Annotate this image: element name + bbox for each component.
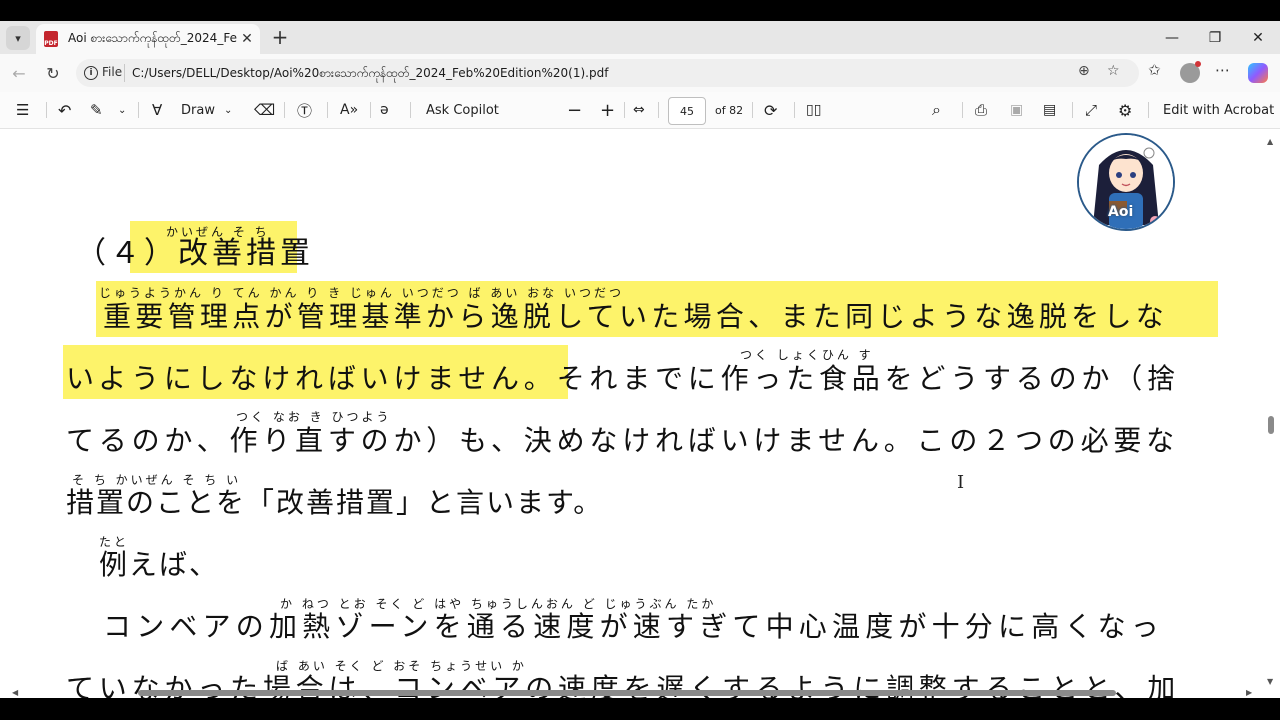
toolbar-divider <box>624 102 625 118</box>
tab-close-icon[interactable]: ✕ <box>238 31 256 47</box>
line-5-text: 例えば、 <box>99 548 220 581</box>
vertical-scrollbar[interactable]: ▲ ▼ <box>1262 129 1280 689</box>
search-icon[interactable]: ⌕ <box>932 92 941 128</box>
rotate-icon[interactable]: ⟳ <box>764 92 777 128</box>
toolbar-divider <box>752 102 753 118</box>
draw-button[interactable]: Draw <box>181 92 215 128</box>
line-6-text: コンベアの加熱ゾーンを通る速度が速すぎて中心温度が十分に高くなっ <box>103 610 1165 643</box>
fit-width-icon[interactable]: ⇔ <box>633 92 645 128</box>
page-number-input[interactable]: 45 <box>668 97 706 125</box>
back-icon[interactable]: ← <box>6 61 32 85</box>
read-aloud-icon[interactable]: A» <box>340 92 358 128</box>
minimize-icon[interactable]: — <box>1152 26 1192 50</box>
line-1-text: 重要管理点が管理基準から逸脱していた場合、また同じような逸脱をしな <box>103 300 1169 333</box>
toolbar-divider <box>46 102 47 118</box>
line-3-text: てるのか、作り直すのか）も、決めなければいけません。この２つの必要な <box>66 424 1179 457</box>
scroll-down-icon[interactable]: ▼ <box>1267 677 1273 686</box>
toolbar-divider <box>1072 102 1073 118</box>
settings-gear-icon[interactable]: ⚙ <box>1118 92 1132 128</box>
more-menu-icon[interactable]: ⋯ <box>1215 61 1230 79</box>
scroll-right-icon[interactable]: ▶ <box>1246 688 1252 697</box>
vertical-scroll-thumb[interactable] <box>1268 416 1274 434</box>
browser-window: ▾ PDF Aoi စားသောက်ကုန်ထုတ်_2024_Feb ✕ + … <box>0 21 1280 698</box>
line-3-ruby: つく なお き ひつよう <box>236 410 392 424</box>
section-heading: （４）改善措置 <box>76 237 314 271</box>
contents-icon[interactable]: ☰ <box>16 92 29 128</box>
scroll-up-icon[interactable]: ▲ <box>1267 137 1273 146</box>
draw-chevron-icon[interactable]: ⌄ <box>224 92 232 128</box>
toolbar-divider <box>962 102 963 118</box>
text-cursor-icon: I <box>957 472 965 493</box>
site-info-icon[interactable]: i <box>84 66 98 80</box>
page-view-icon[interactable]: ▯▯ <box>806 92 821 128</box>
edit-with-acrobat-button[interactable]: Edit with Acrobat <box>1163 92 1274 128</box>
tab-strip: ▾ PDF Aoi စားသောက်ကုန်ထုတ်_2024_Feb ✕ + … <box>0 21 1280 54</box>
save-as-icon[interactable]: ▤ <box>1043 92 1056 128</box>
copilot-icon[interactable] <box>1248 63 1268 83</box>
pdf-page: Aoi かいぜん そ ち （４）改善措置 じゅうようかん り てん かん り き… <box>0 129 1262 698</box>
highlight-icon[interactable]: ✎ <box>90 92 103 128</box>
address-divider <box>124 64 125 82</box>
line-1-ruby: じゅうようかん り てん かん り き じゅん いつだつ ば あい おな いつだ… <box>99 286 624 300</box>
toolbar-divider <box>284 102 285 118</box>
tab-actions-chevron-icon[interactable]: ▾ <box>6 26 30 50</box>
heading-text: 改善措置 <box>178 236 314 271</box>
restore-icon[interactable]: ❐ <box>1195 26 1235 50</box>
address-bar-row: ← ↻ i File C:/Users/DELL/Desktop/Aoi%20စ… <box>0 54 1280 92</box>
new-tab-button[interactable]: + <box>268 25 292 49</box>
scroll-left-icon[interactable]: ◀ <box>12 688 18 697</box>
url-text[interactable]: C:/Users/DELL/Desktop/Aoi%20စားသောက်ကုန်… <box>132 65 608 83</box>
save-icon[interactable]: ▣ <box>1010 92 1023 128</box>
line-4-text: 措置のことを「改善措置」と言います。 <box>66 486 604 519</box>
toolbar-divider <box>794 102 795 118</box>
draw-icon[interactable]: ∀ <box>152 92 162 128</box>
zoom-icon[interactable]: ⊕ <box>1078 63 1090 79</box>
ask-copilot-button[interactable]: Ask Copilot <box>426 92 499 128</box>
toolbar-divider <box>1148 102 1149 118</box>
heading-prefix: （４） <box>76 236 178 271</box>
close-window-icon[interactable]: ✕ <box>1238 26 1278 50</box>
mascot-label: Aoi <box>1108 204 1134 220</box>
print-icon[interactable]: ⎙ <box>975 92 987 128</box>
tab-title: Aoi စားသောက်ကုန်ထုတ်_2024_Feb <box>68 31 238 45</box>
zoom-out-icon[interactable]: − <box>567 92 582 128</box>
erase-icon[interactable]: ⌫ <box>254 92 275 128</box>
toolbar-divider <box>410 102 411 118</box>
profile-notification-dot <box>1195 61 1201 67</box>
line-2-ruby: つく しょくひん す <box>740 348 874 362</box>
page-total: of 82 <box>715 103 744 117</box>
toolbar-divider <box>138 102 139 118</box>
fullscreen-icon[interactable]: ⤢ <box>1085 92 1097 128</box>
pdf-toolbar: ☰ ↶ ✎ ⌄ ∀ Draw ⌄ ⌫ Ⓣ A» ə Ask Copilot − … <box>0 92 1280 129</box>
address-bar[interactable]: i File C:/Users/DELL/Desktop/Aoi%20စားသေ… <box>76 59 1139 87</box>
line-2-text: いようにしなければいけません。それまでに作った食品をどうするのか（捨 <box>66 362 1180 395</box>
tab-active-pdf[interactable]: PDF Aoi စားသောက်ကုန်ထုတ်_2024_Feb ✕ <box>36 24 260 54</box>
add-text-icon[interactable]: Ⓣ <box>297 92 312 128</box>
toolbar-divider <box>658 102 659 118</box>
favorites-icon[interactable]: ✩ <box>1148 61 1161 79</box>
horizontal-scroll-thumb[interactable] <box>138 690 1116 696</box>
pdf-favicon-icon: PDF <box>44 31 58 47</box>
undo-icon[interactable]: ↶ <box>58 92 71 128</box>
favorite-star-icon[interactable]: ☆ <box>1107 63 1120 79</box>
refresh-icon[interactable]: ↻ <box>40 61 66 85</box>
horizontal-scrollbar[interactable]: ◀ ▶ <box>0 688 1262 698</box>
toolbar-divider <box>370 102 371 118</box>
toolbar-divider <box>327 102 328 118</box>
translate-icon[interactable]: ə <box>380 92 389 128</box>
highlight-chevron-icon[interactable]: ⌄ <box>118 92 126 128</box>
zoom-in-icon[interactable]: + <box>600 92 615 128</box>
file-chip[interactable]: File <box>102 65 122 79</box>
